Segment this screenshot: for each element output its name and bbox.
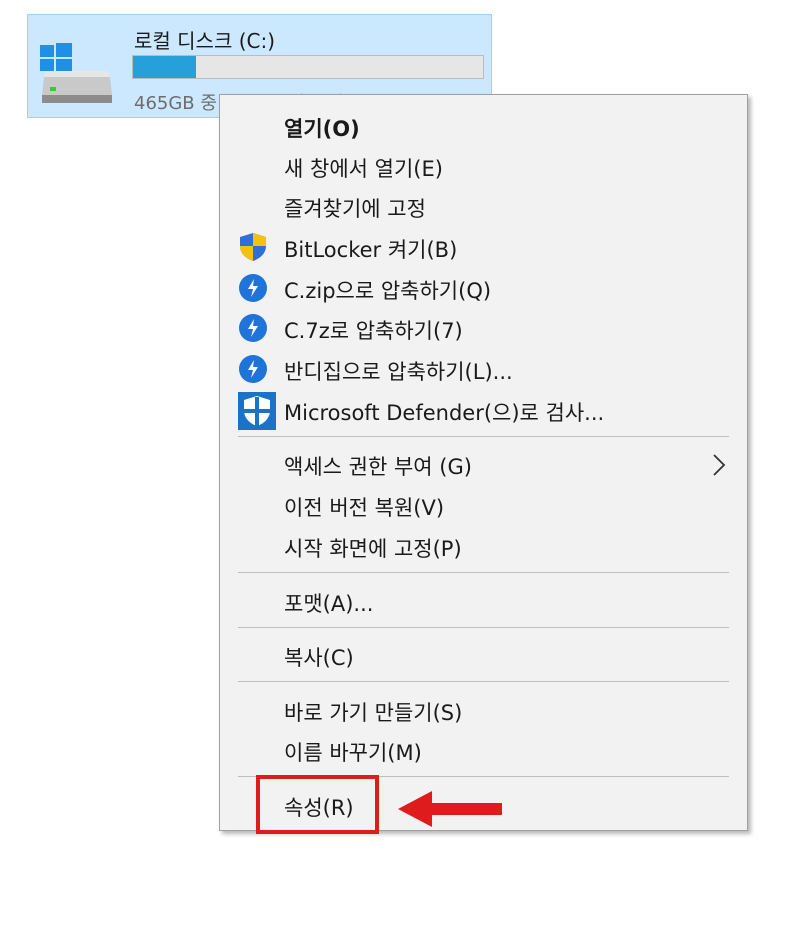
menu-item-give-access[interactable]: 액세스 권한 부여 (G) [220, 445, 747, 485]
menu-separator [238, 436, 729, 437]
menu-item-label: 즐겨찾기에 고정 [284, 197, 426, 221]
bandizip-icon [239, 314, 267, 342]
menu-item-label: 액세스 권한 부여 (G) [284, 455, 472, 479]
menu-item-7z[interactable]: C.7z로 압축하기(7) [220, 309, 747, 349]
menu-item-label: 포맷(A)... [284, 592, 374, 616]
drive-usage-fill [133, 56, 196, 78]
menu-item-label: C.7z로 압축하기(7) [284, 319, 463, 343]
menu-item-open-new-window[interactable]: 새 창에서 열기(E) [220, 147, 747, 187]
bandizip-icon [239, 355, 267, 383]
menu-item-restore-versions[interactable]: 이전 버전 복원(V) [220, 486, 747, 526]
context-menu: 열기(O) 새 창에서 열기(E) 즐겨찾기에 고정 BitLocker 켜기(… [219, 94, 748, 831]
menu-item-bandizip[interactable]: 반디집으로 압축하기(L)... [220, 350, 747, 390]
arrow-left-icon [398, 791, 502, 827]
uac-shield-icon [240, 233, 266, 261]
defender-shield-icon [238, 392, 276, 430]
menu-item-copy[interactable]: 복사(C) [220, 636, 747, 676]
menu-item-format[interactable]: 포맷(A)... [220, 582, 747, 622]
menu-item-label: 이전 버전 복원(V) [284, 496, 445, 520]
menu-item-create-shortcut[interactable]: 바로 가기 만들기(S) [220, 691, 747, 731]
menu-separator [238, 627, 729, 628]
menu-item-defender-scan[interactable]: Microsoft Defender(으)로 검사... [220, 391, 747, 431]
menu-item-label: 반디집으로 압축하기(L)... [284, 360, 513, 384]
menu-item-label: 시작 화면에 고정(P) [284, 537, 462, 561]
menu-item-pin-start[interactable]: 시작 화면에 고정(P) [220, 527, 747, 567]
menu-item-zip[interactable]: C.zip으로 압축하기(Q) [220, 269, 747, 309]
menu-item-label: C.zip으로 압축하기(Q) [284, 279, 492, 303]
menu-item-rename[interactable]: 이름 바꾸기(M) [220, 731, 747, 771]
drive-usage-bar [132, 55, 484, 79]
chevron-right-icon [713, 454, 726, 476]
menu-item-label: 바로 가기 만들기(S) [284, 701, 463, 725]
menu-item-label: Microsoft Defender(으)로 검사... [284, 401, 605, 425]
menu-separator [238, 681, 729, 682]
menu-item-open[interactable]: 열기(O) [220, 107, 747, 147]
menu-item-bitlocker[interactable]: BitLocker 켜기(B) [220, 228, 747, 268]
menu-item-label: 이름 바꾸기(M) [284, 741, 422, 765]
menu-item-label: 열기(O) [284, 117, 360, 141]
highlight-box [256, 775, 379, 834]
menu-item-label: BitLocker 켜기(B) [284, 238, 458, 262]
menu-separator [238, 572, 729, 573]
hard-drive-icon [40, 43, 112, 103]
menu-item-pin-quick-access[interactable]: 즐겨찾기에 고정 [220, 187, 747, 227]
drive-name: 로컬 디스크 (C:) [134, 29, 276, 53]
menu-item-label: 새 창에서 열기(E) [284, 157, 443, 181]
bandizip-icon [239, 274, 267, 302]
menu-item-label: 복사(C) [284, 646, 354, 670]
